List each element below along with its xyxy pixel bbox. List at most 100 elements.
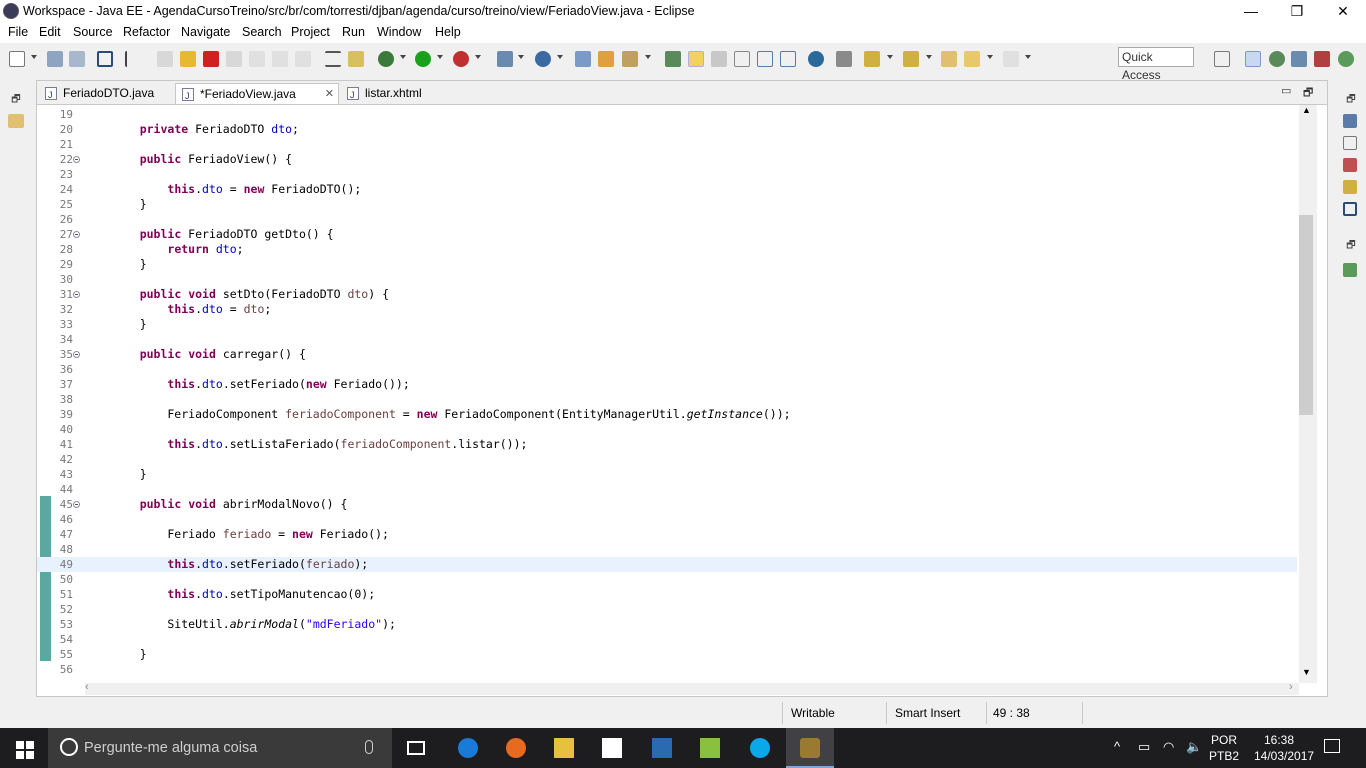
scroll-down-icon[interactable]: ▼ (1302, 667, 1311, 677)
task-view-button[interactable] (392, 728, 440, 768)
code-line[interactable]: 36 (37, 362, 1297, 377)
code-line[interactable]: 39 FeriadoComponent feriadoComponent = n… (37, 407, 1297, 422)
annotation-icon[interactable] (836, 51, 852, 67)
previous-annotation-dropdown-icon[interactable] (926, 55, 932, 59)
scroll-up-icon[interactable]: ▲ (1302, 105, 1311, 115)
debug-icon[interactable] (378, 51, 394, 67)
new-icon[interactable] (9, 51, 25, 67)
step-return-icon[interactable] (295, 51, 311, 67)
collapse-fold-icon[interactable] (73, 231, 80, 238)
debug-perspective-icon[interactable] (1269, 51, 1285, 67)
code-line[interactable]: 42 (37, 452, 1297, 467)
external-tools-icon[interactable] (453, 51, 469, 67)
step-over-icon[interactable] (272, 51, 288, 67)
toggle-ant-editor-icon[interactable] (665, 51, 681, 67)
cortana-search-box[interactable]: Pergunte-me alguma coisa (48, 728, 392, 768)
open-task-icon[interactable] (598, 51, 614, 67)
taskbar-file-explorer[interactable] (540, 728, 588, 768)
code-line[interactable]: 26 (37, 212, 1297, 227)
code-line[interactable]: 19 (37, 107, 1297, 122)
code-line[interactable]: 28 return dto; (37, 242, 1297, 257)
back-dropdown-icon[interactable] (987, 55, 993, 59)
new-class-dropdown-icon[interactable] (557, 55, 563, 59)
team-perspective-icon[interactable] (1314, 51, 1330, 67)
code-line[interactable]: 53 SiteUtil.abrirModal("mdFeriado"); (37, 617, 1297, 632)
code-line[interactable]: 30 (37, 272, 1297, 287)
code-line[interactable]: 27 public FeriadoDTO getDto() { (37, 227, 1297, 242)
step-into-icon[interactable] (249, 51, 265, 67)
menu-project[interactable]: Project (291, 25, 330, 39)
vertical-scroll-thumb[interactable] (1299, 215, 1313, 415)
java-perspective-icon[interactable] (1291, 51, 1307, 67)
back-icon[interactable] (964, 51, 980, 67)
code-line[interactable]: 41 this.dto.setListaFeriado(feriadoCompo… (37, 437, 1297, 452)
new-server-dropdown-icon[interactable] (518, 55, 524, 59)
package-explorer-icon[interactable] (8, 114, 24, 128)
taskbar-eclipse[interactable] (786, 728, 834, 768)
code-line[interactable]: 20 private FeriadoDTO dto; (37, 122, 1297, 137)
input-language[interactable]: POR PTB2 (1208, 732, 1240, 764)
disconnect-icon[interactable] (226, 51, 242, 67)
menu-navigate[interactable]: Navigate (181, 25, 230, 39)
last-edit-location-icon[interactable] (941, 51, 957, 67)
notifications-icon[interactable] (1324, 739, 1340, 753)
menu-source[interactable]: Source (73, 25, 113, 39)
servers-icon[interactable] (1343, 180, 1357, 194)
menu-run[interactable]: Run (342, 25, 365, 39)
taskbar-firefox[interactable] (492, 728, 540, 768)
restore-icon[interactable]: 🗗 (1343, 239, 1359, 253)
tab-listar-xhtml[interactable]: listar.xhtml (341, 83, 461, 105)
java-ee-perspective-icon[interactable] (1245, 51, 1261, 67)
code-line[interactable]: 37 this.dto.setFeriado(new Feriado()); (37, 377, 1297, 392)
code-line[interactable]: 32 this.dto = dto; (37, 302, 1297, 317)
code-line[interactable]: 51 this.dto.setTipoManutencao(0); (37, 587, 1297, 602)
code-line[interactable]: 48 (37, 542, 1297, 557)
quick-access-input[interactable]: Quick Access (1118, 47, 1194, 82)
snippets-icon[interactable] (1343, 263, 1357, 277)
code-line[interactable]: 50 (37, 572, 1297, 587)
restore-icon[interactable]: 🗗 (8, 93, 24, 107)
skip-breakpoints-icon[interactable] (125, 51, 141, 67)
code-line[interactable]: 31 public void setDto(FeriadoDTO dto) { (37, 287, 1297, 302)
toggle-breadcrumb-icon[interactable] (711, 51, 727, 67)
taskbar-skype[interactable] (736, 728, 784, 768)
terminate-icon[interactable] (203, 51, 219, 67)
code-line[interactable]: 54 (37, 632, 1297, 647)
horizontal-scrollbar[interactable]: ‹ › (85, 681, 1299, 695)
task-list-icon[interactable] (1343, 136, 1357, 150)
forward-dropdown-icon[interactable] (1025, 55, 1031, 59)
code-line[interactable]: 55 } (37, 647, 1297, 662)
collapse-fold-icon[interactable] (73, 351, 80, 358)
suspend-icon[interactable] (180, 51, 196, 67)
open-perspective-icon[interactable] (1214, 51, 1230, 67)
menu-help[interactable]: Help (435, 25, 461, 39)
debug-dropdown-icon[interactable] (400, 55, 406, 59)
outline-icon[interactable] (1343, 114, 1357, 128)
search-dropdown-icon[interactable] (645, 55, 651, 59)
open-console-icon[interactable] (97, 51, 113, 67)
word-wrap-icon[interactable] (757, 51, 773, 67)
new-server-icon[interactable] (497, 51, 513, 67)
code-line[interactable]: 23 (37, 167, 1297, 182)
previous-annotation-icon[interactable] (903, 51, 919, 67)
next-annotation-dropdown-icon[interactable] (887, 55, 893, 59)
forward-icon[interactable] (1003, 51, 1019, 67)
resume-icon[interactable] (157, 51, 173, 67)
code-editor[interactable]: 19 20 private FeriadoDTO dto; 21 22 public … (37, 105, 1299, 683)
code-line[interactable]: 35 public void carregar() { (37, 347, 1297, 362)
mark-occurrences-icon[interactable] (688, 51, 704, 67)
show-hidden-icons[interactable]: ^ (1114, 739, 1120, 754)
code-line[interactable]: 24 this.dto = new FeriadoDTO(); (37, 182, 1297, 197)
console-icon[interactable] (1343, 202, 1357, 216)
external-tools-dropdown-icon[interactable] (475, 55, 481, 59)
close-tab-icon[interactable]: ✕ (325, 84, 334, 104)
scroll-left-icon[interactable]: ‹ (85, 681, 89, 693)
open-type-icon[interactable] (575, 51, 591, 67)
close-window-button[interactable]: ✕ (1320, 0, 1366, 22)
run-dropdown-icon[interactable] (437, 55, 443, 59)
minimize-editor-icon[interactable]: ▭ (1281, 84, 1291, 97)
show-whitespace-icon[interactable] (780, 51, 796, 67)
menu-refactor[interactable]: Refactor (123, 25, 170, 39)
code-line[interactable]: 49 this.dto.setFeriado(feriado); (37, 557, 1297, 572)
code-line[interactable]: 33 } (37, 317, 1297, 332)
